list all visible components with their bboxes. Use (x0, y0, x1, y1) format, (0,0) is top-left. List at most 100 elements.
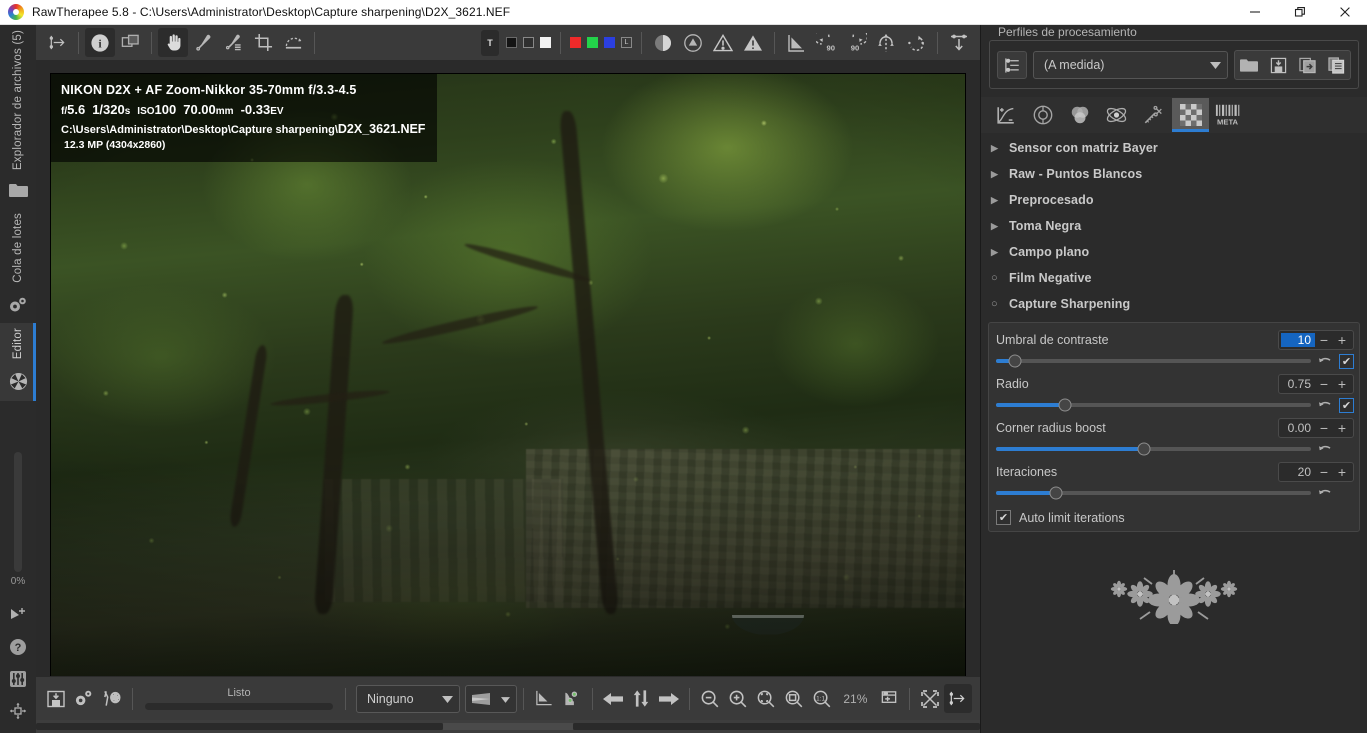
swatch-red[interactable] (570, 37, 581, 49)
perspective-icon[interactable] (781, 28, 811, 57)
flip-vertical-icon[interactable] (871, 28, 901, 57)
slider-knob[interactable] (1008, 354, 1022, 368)
send-to-editor-icon[interactable] (98, 684, 126, 713)
white-balance-picker-icon[interactable] (188, 28, 218, 57)
help-icon[interactable]: ? (0, 631, 36, 663)
section-raw-white-points[interactable]: ▶ Raw - Puntos Blancos (981, 161, 1367, 187)
auto-limit-checkbox[interactable]: ✔ (996, 510, 1011, 525)
shadow-clipping-icon[interactable] (648, 28, 678, 57)
sidebar-item-file-browser[interactable]: Explorador de archivos (5) (0, 25, 36, 208)
section-dark-frame[interactable]: ▶ Toma Negra (981, 213, 1367, 239)
section-bayer-sensor[interactable]: ▶ Sensor con matriz Bayer (981, 135, 1367, 161)
hand-icon[interactable] (158, 28, 188, 58)
save-image-icon[interactable] (42, 684, 70, 713)
zoom-fit-icon[interactable] (780, 684, 808, 713)
film-strip-track[interactable] (573, 723, 980, 731)
decrement-button[interactable]: − (1315, 377, 1333, 391)
reset-icon[interactable] (1317, 487, 1333, 499)
preview-image[interactable]: NIKON D2X + AF Zoom-Nikkor 35-70mm f/3.3… (50, 73, 966, 677)
increment-button[interactable]: + (1333, 333, 1351, 347)
slider-knob[interactable] (1137, 442, 1151, 456)
fullscreen-icon[interactable] (916, 684, 944, 713)
increment-button[interactable]: + (1333, 377, 1351, 391)
slider-track[interactable] (996, 486, 1311, 500)
slider-auto-checkbox[interactable]: ✔ (1339, 397, 1354, 413)
tab-detail[interactable] (1024, 98, 1061, 132)
section-preprocessing[interactable]: ▶ Preprocesado (981, 187, 1367, 213)
decrement-button[interactable]: − (1315, 421, 1333, 435)
slider-spinner[interactable]: 0.00 − + (1278, 418, 1354, 438)
film-strip-thumb[interactable] (443, 723, 573, 731)
toggle-right-panel-icon[interactable] (943, 684, 972, 714)
before-view-icon[interactable] (530, 684, 558, 713)
swatch-luminance[interactable]: L (621, 37, 632, 49)
move-icon[interactable] (0, 695, 36, 727)
increment-button[interactable]: + (1333, 465, 1351, 479)
queue-icon[interactable] (70, 684, 98, 713)
image-canvas[interactable]: NIKON D2X + AF Zoom-Nikkor 35-70mm f/3.3… (36, 61, 980, 677)
rotate-right-90-icon[interactable]: 90 (841, 28, 871, 57)
tab-advanced[interactable] (1098, 98, 1135, 132)
zoom-100-icon[interactable]: 1:1 (808, 684, 836, 713)
swatch-white[interactable] (540, 37, 551, 49)
soft-proof-combo[interactable]: Ninguno (355, 684, 460, 713)
zoom-in-icon[interactable] (724, 684, 752, 713)
preferences-icon[interactable] (0, 663, 36, 695)
add-window-icon[interactable] (875, 684, 903, 713)
profile-list-icon[interactable] (997, 51, 1027, 79)
swatch-green[interactable] (587, 37, 598, 49)
reset-icon[interactable] (1317, 399, 1333, 411)
reset-icon[interactable] (1317, 443, 1333, 455)
film-strip-track[interactable] (36, 723, 443, 731)
focus-mask-icon[interactable] (738, 28, 768, 57)
swatch-black-outline[interactable] (523, 37, 534, 49)
restore-button[interactable] (1277, 0, 1322, 24)
slider-value[interactable]: 20 (1281, 465, 1315, 479)
clipping-indicator-badge[interactable]: T (481, 29, 499, 56)
slider-value[interactable]: 0.75 (1281, 377, 1315, 391)
gamut-warning-icon[interactable] (708, 28, 738, 57)
swatch-blue[interactable] (604, 37, 615, 49)
save-profile-icon[interactable] (1265, 52, 1291, 78)
after-view-icon[interactable] (558, 684, 586, 713)
toggle-right-panel-icon[interactable] (944, 28, 974, 57)
sidebar-item-editor[interactable]: Editor (0, 322, 36, 402)
crop-icon[interactable] (248, 28, 278, 57)
zoom-fit-crop-icon[interactable] (752, 684, 780, 713)
flip-horizontal-icon[interactable] (901, 28, 931, 57)
copy-profile-icon[interactable] (1323, 52, 1349, 78)
zoom-out-icon[interactable] (696, 684, 724, 713)
slider-track[interactable] (996, 354, 1311, 368)
navigator-icon[interactable] (0, 599, 36, 631)
slider-track[interactable] (996, 442, 1311, 456)
tab-exposure[interactable] (987, 98, 1024, 132)
auto-limit-iterations-row[interactable]: ✔ Auto limit iterations (996, 510, 1354, 525)
toggle-left-panel-icon[interactable] (42, 28, 72, 57)
next-image-icon[interactable] (655, 684, 683, 713)
info-icon[interactable]: i (85, 28, 115, 58)
section-capture-sharpening[interactable]: ○ Capture Sharpening (981, 291, 1367, 317)
slider-track[interactable] (996, 398, 1311, 412)
straighten-icon[interactable] (278, 28, 308, 57)
slider-value[interactable]: 10 (1281, 333, 1315, 347)
before-after-icon[interactable] (115, 28, 145, 57)
tab-transform[interactable] (1135, 98, 1172, 132)
reset-icon[interactable] (1317, 355, 1333, 367)
decrement-button[interactable]: − (1315, 465, 1333, 479)
lockable-color-picker-icon[interactable] (218, 28, 248, 57)
slider-knob[interactable] (1049, 486, 1063, 500)
section-flat-field[interactable]: ▶ Campo plano (981, 239, 1367, 265)
gamut-check-combo[interactable] (464, 684, 517, 713)
profile-select[interactable]: (A medida) (1033, 51, 1228, 79)
slider-spinner[interactable]: 20 − + (1278, 462, 1354, 482)
slider-value[interactable]: 0.00 (1281, 421, 1315, 435)
slider-spinner[interactable]: 10 − + (1278, 330, 1354, 350)
minimize-button[interactable] (1232, 0, 1277, 24)
highlight-clipping-icon[interactable] (678, 28, 708, 57)
slider-knob[interactable] (1058, 398, 1072, 412)
tab-color[interactable] (1061, 98, 1098, 132)
slider-spinner[interactable]: 0.75 − + (1278, 374, 1354, 394)
increment-button[interactable]: + (1333, 421, 1351, 435)
load-profile-icon[interactable] (1236, 52, 1262, 78)
tab-raw[interactable] (1172, 98, 1209, 132)
